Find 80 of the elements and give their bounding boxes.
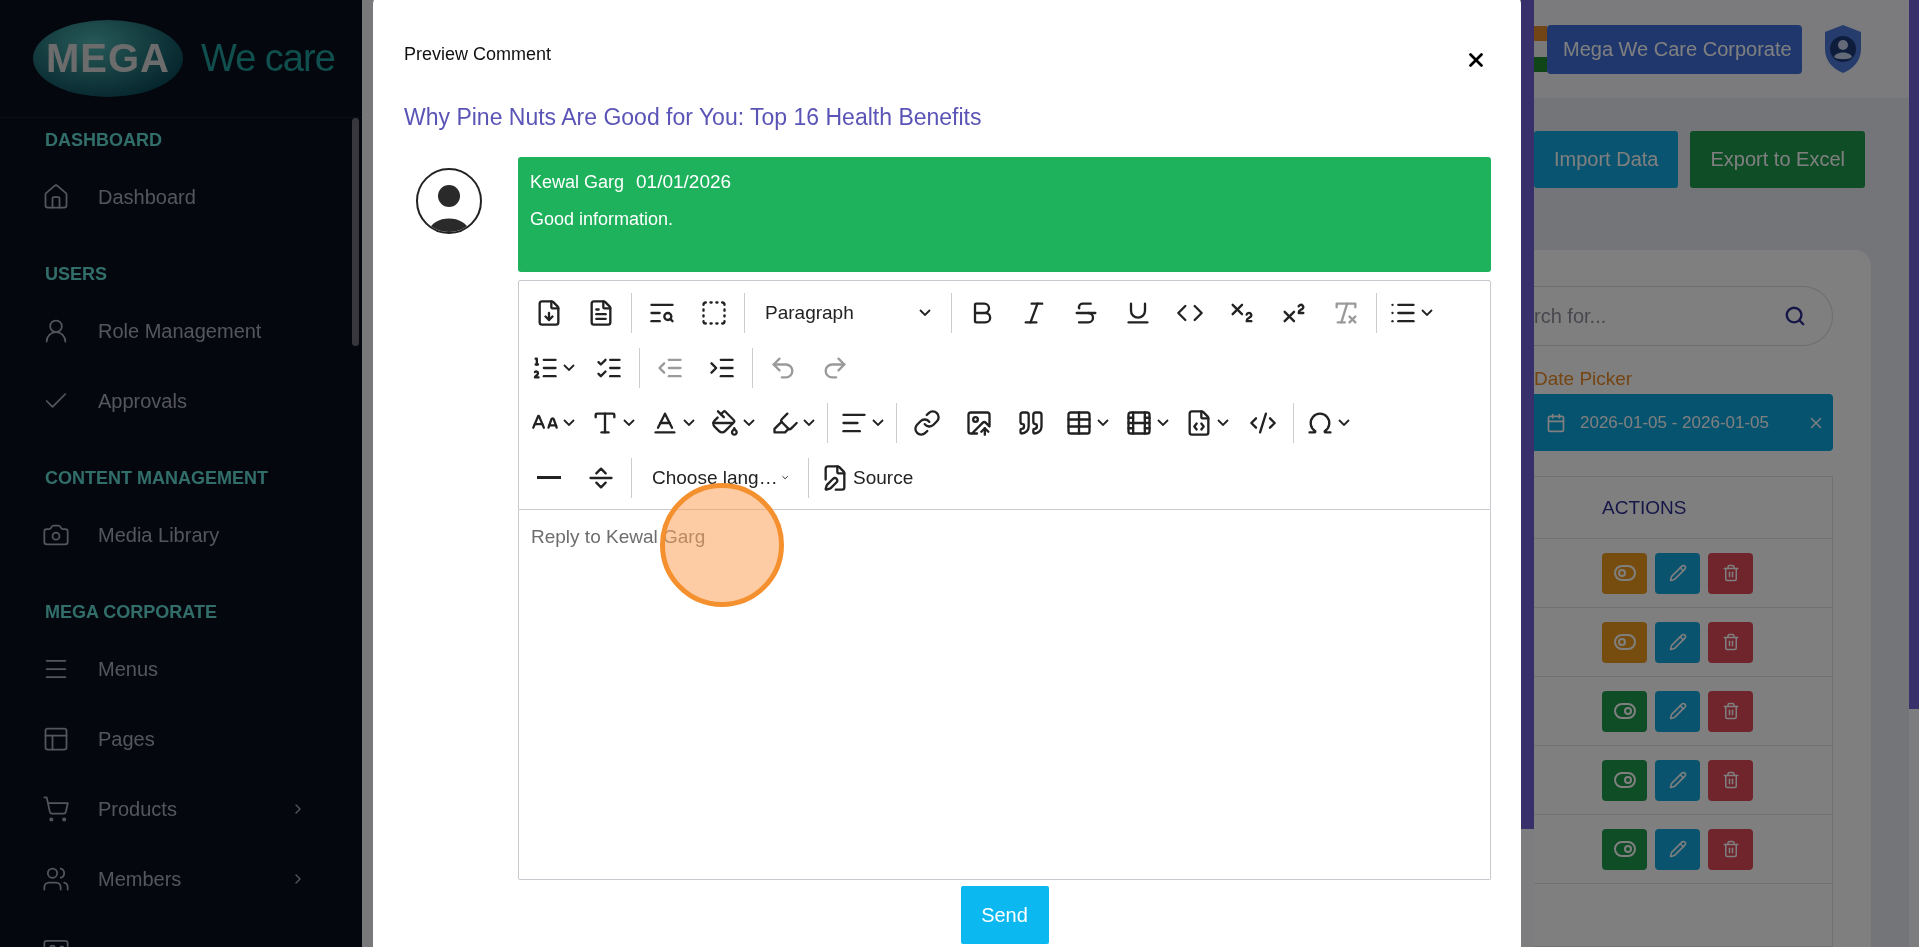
nav-item[interactable]: Dashboard	[42, 162, 348, 232]
pencil-icon	[1668, 771, 1687, 789]
comment-author: Kewal Garg	[530, 172, 625, 192]
date-range-field[interactable]: 2026-01-05 - 2026-01-05	[1534, 394, 1833, 451]
section-heading: CONTENT MANAGEMENT	[44, 466, 269, 490]
home-icon	[42, 183, 70, 211]
caret-icon	[781, 474, 788, 481]
paragraph-dropdown[interactable]: Paragraph	[753, 290, 943, 335]
dashed-square-icon	[700, 298, 728, 327]
comment-date: 01/01/2026	[636, 171, 732, 192]
caret-icon	[1097, 419, 1109, 426]
nav-item[interactable]: Pages	[42, 704, 348, 774]
calendar-icon	[1546, 412, 1566, 433]
caret-icon	[1157, 419, 1169, 426]
delete-button[interactable]	[1708, 828, 1753, 870]
delete-button[interactable]	[1708, 759, 1753, 801]
caret-icon	[1421, 309, 1433, 316]
company-button[interactable]: Mega We Care Corporate	[1547, 24, 1802, 74]
date-picker-label: Date Picker	[1534, 368, 1634, 390]
caret-icon	[803, 419, 815, 426]
nav-item[interactable]: Media Library	[42, 500, 348, 570]
film-icon	[1125, 408, 1153, 437]
horizontal-line-icon	[537, 476, 561, 479]
trash-icon	[1721, 771, 1740, 789]
language-dropdown[interactable]: Choose lang…	[640, 455, 800, 500]
caret-icon	[743, 419, 755, 426]
delete-button[interactable]	[1708, 552, 1753, 594]
cart-icon	[42, 795, 70, 823]
nav-item[interactable]: Members	[42, 844, 348, 914]
nav-item[interactable]: Role Management	[42, 296, 348, 366]
section-heading: USERS	[44, 262, 108, 286]
pencil-icon	[1668, 702, 1687, 720]
section-heading: DASHBOARD	[44, 128, 163, 152]
quote-icon	[1017, 408, 1045, 437]
nav-item[interactable]: Menus	[42, 634, 348, 704]
avatar-icon	[416, 168, 482, 234]
layout-icon	[42, 725, 70, 753]
pencil-icon	[1668, 840, 1687, 858]
section-heading: MEGA CORPORATE	[44, 600, 218, 624]
nav-item[interactable]: Approvals	[42, 366, 348, 436]
paint-bucket-icon	[711, 408, 739, 437]
pencil-icon	[1668, 633, 1687, 651]
caret-icon	[1217, 419, 1229, 426]
dialog-title: Preview Comment	[404, 43, 552, 65]
comment-text: Good information.	[530, 209, 675, 230]
logo-badge: MEGA	[33, 20, 183, 97]
post-title: Why Pine Nuts Are Good for You: Top 16 Health Benefits	[404, 104, 983, 131]
reply-field[interactable]: Reply to Kewal Garg	[518, 510, 1491, 880]
logo-text: We care	[201, 37, 335, 80]
caret-icon	[623, 419, 635, 426]
toggle-button[interactable]	[1602, 759, 1647, 801]
toggle-button[interactable]	[1602, 690, 1647, 732]
toggle-button[interactable]	[1602, 828, 1647, 870]
users-icon	[42, 865, 70, 893]
send-button[interactable]: Send	[960, 886, 1049, 944]
caret-icon	[563, 364, 575, 371]
table-icon	[1065, 408, 1093, 437]
caret-icon	[1338, 419, 1350, 426]
link-icon	[913, 408, 941, 437]
toggle-button[interactable]	[1602, 621, 1647, 663]
trash-icon	[1721, 702, 1740, 720]
export-button[interactable]: Export to Excel	[1690, 131, 1865, 188]
pencil-icon	[1668, 564, 1687, 582]
delete-button[interactable]	[1708, 690, 1753, 732]
toggle-button[interactable]	[1602, 552, 1647, 594]
caret-icon	[919, 309, 931, 316]
trash-icon	[1721, 840, 1740, 858]
column-header: ACTIONS	[1534, 477, 1832, 539]
image-upload-icon	[965, 408, 993, 437]
import-button[interactable]: Import Data	[1534, 131, 1679, 188]
nav-item[interactable]: Products	[42, 774, 348, 844]
search-icon	[1784, 305, 1806, 327]
caret-icon	[563, 419, 575, 426]
trash-icon	[1721, 564, 1740, 582]
caret-icon	[872, 419, 884, 426]
source-button[interactable]: Source	[817, 455, 918, 500]
caret-icon	[683, 419, 695, 426]
trash-icon	[1721, 633, 1740, 651]
scrollbar[interactable]	[351, 118, 359, 346]
delete-button[interactable]	[1708, 621, 1753, 663]
